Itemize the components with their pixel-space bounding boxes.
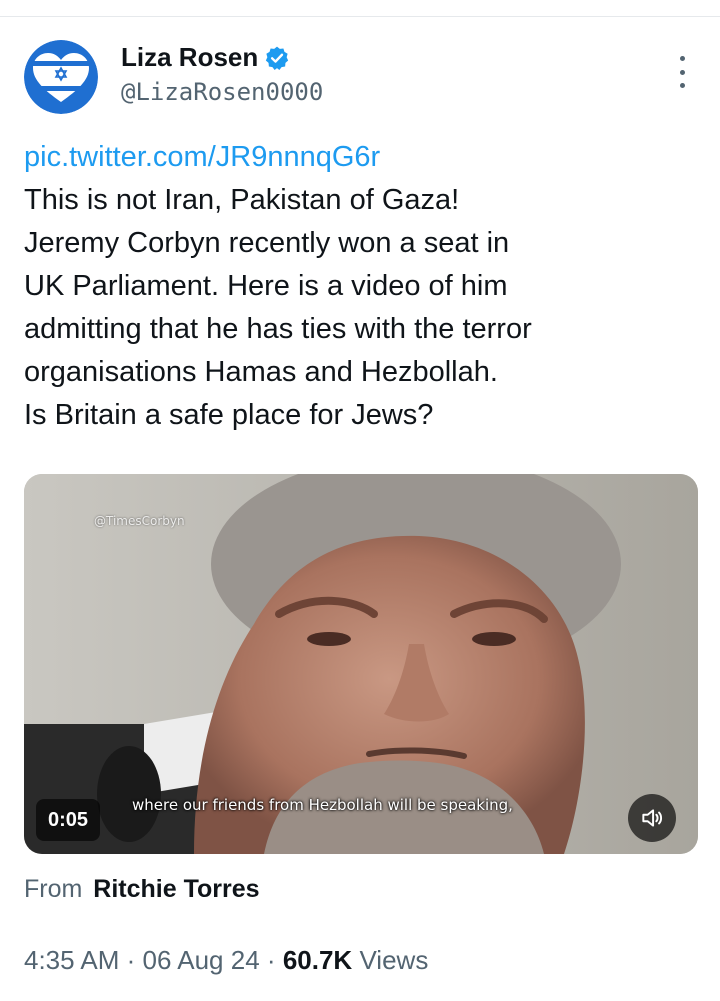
tweet-link[interactable]: pic.twitter.com/JR9nnnqG6r bbox=[24, 136, 694, 179]
tweet-line: admitting that he has ties with the terr… bbox=[24, 313, 532, 345]
author-handle[interactable]: @LizaRosen0000 bbox=[121, 78, 323, 106]
video-watermark: @TimesCorbyn bbox=[94, 514, 185, 528]
more-options-icon[interactable] bbox=[673, 56, 691, 88]
tweet-date[interactable]: 06 Aug 24 bbox=[143, 945, 260, 975]
video-subtitle: where our friends from Hezbollah will be… bbox=[132, 796, 513, 814]
meta-separator: · bbox=[126, 945, 136, 975]
views-label: Views bbox=[359, 945, 429, 975]
tweet-line: UK Parliament. Here is a video of him bbox=[24, 270, 508, 302]
video-attribution: From Ritchie Torres bbox=[24, 875, 260, 904]
speaker-volume-icon bbox=[642, 809, 663, 827]
video-duration: 0:05 bbox=[36, 799, 101, 841]
tweet-meta: 4:35 AM · 06 Aug 24 · 60.7K Views bbox=[24, 945, 428, 976]
tweet-line: Is Britain a safe place for Jews? bbox=[24, 399, 434, 431]
top-divider bbox=[0, 16, 720, 17]
verified-badge-icon[interactable] bbox=[264, 45, 290, 71]
tweet-line: Jeremy Corbyn recently won a seat in bbox=[24, 227, 510, 259]
attribution-name[interactable]: Ritchie Torres bbox=[93, 875, 259, 903]
author-display-name[interactable]: Liza Rosen bbox=[121, 42, 258, 73]
author-display-name-row[interactable]: Liza Rosen bbox=[121, 42, 290, 73]
volume-button[interactable] bbox=[628, 794, 676, 842]
avatar[interactable] bbox=[24, 40, 98, 114]
tweet-text: pic.twitter.com/JR9nnnqG6r This is not I… bbox=[24, 136, 694, 437]
israel-flag-heart-icon bbox=[24, 40, 98, 114]
tweet-line: This is not Iran, Pakistan of Gaza! bbox=[24, 184, 460, 216]
views-count: 60.7K bbox=[282, 945, 353, 975]
video-player[interactable]: @TimesCorbyn where our friends from Hezb… bbox=[24, 474, 698, 854]
tweet-line: organisations Hamas and Hezbollah. bbox=[24, 356, 498, 388]
attribution-prefix: From bbox=[24, 875, 83, 903]
meta-separator: · bbox=[266, 945, 276, 975]
tweet-time[interactable]: 4:35 AM bbox=[24, 945, 119, 975]
